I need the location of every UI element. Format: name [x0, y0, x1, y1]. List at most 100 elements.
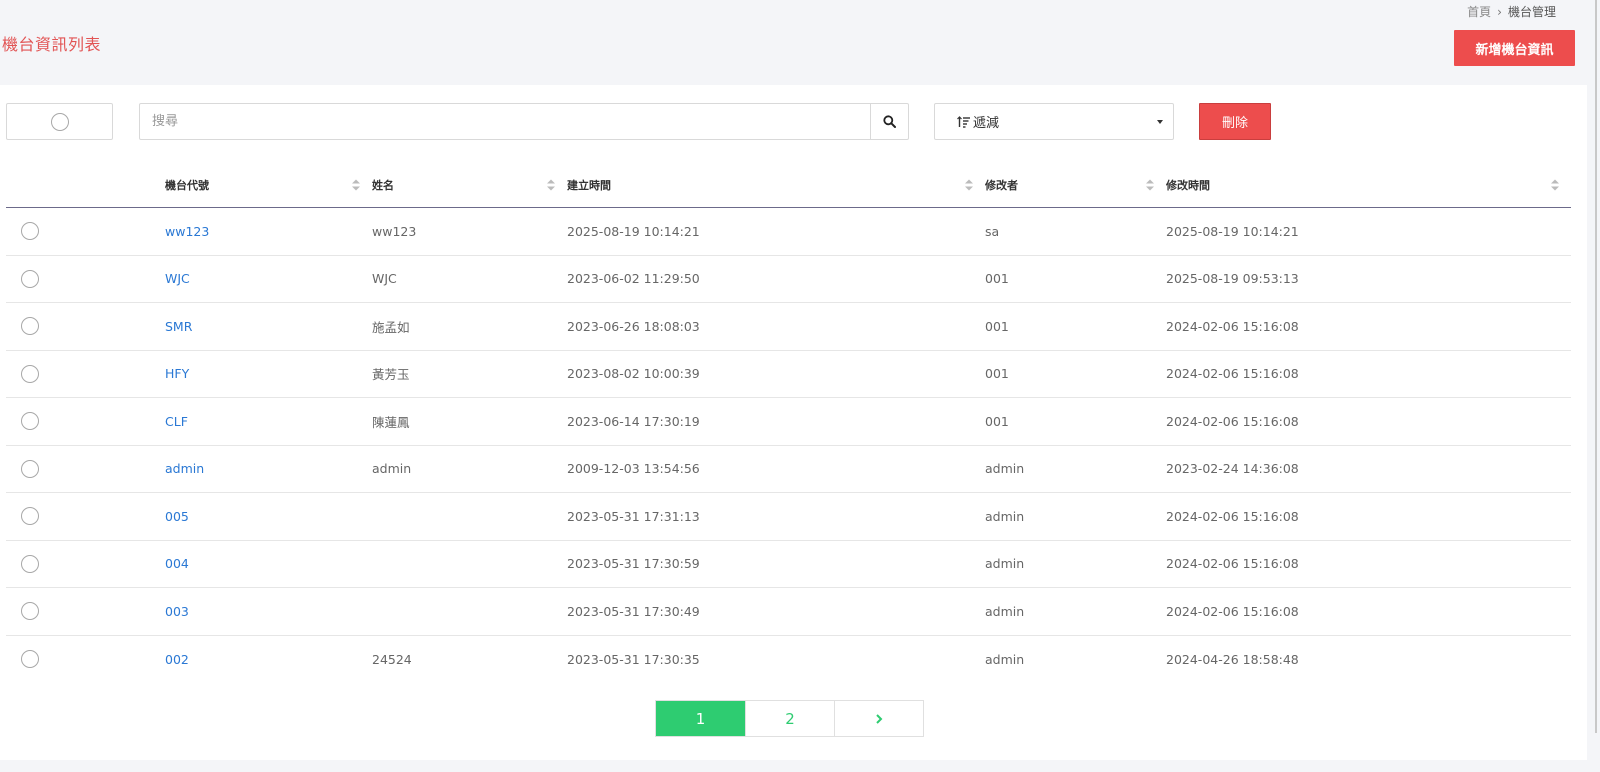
add-machine-button[interactable]: 新增機台資訊 [1454, 30, 1575, 66]
caret-down-icon [1157, 119, 1163, 124]
table-row: CLF 陳蓮鳳 2023-06-14 17:30:19 001 2024-02-… [6, 398, 1571, 446]
next-page-button[interactable] [834, 701, 923, 736]
name-cell: WJC [372, 271, 397, 287]
table-body: ww123 ww123 2025-08-19 10:14:21 sa 2025-… [6, 208, 1571, 683]
row-select-radio[interactable] [21, 650, 39, 669]
sort-arrows-icon[interactable] [1551, 179, 1559, 191]
table-row: ww123 ww123 2025-08-19 10:14:21 sa 2025-… [6, 208, 1571, 256]
machine-code-link[interactable]: admin [165, 461, 204, 476]
column-header-modified[interactable]: 修改時間 [1166, 163, 1571, 207]
table-row: SMR 施孟如 2023-06-26 18:08:03 001 2024-02-… [6, 303, 1571, 351]
modified-cell: 2024-04-26 18:58:48 [1166, 651, 1299, 667]
modified-cell: 2024-02-06 15:16:08 [1166, 366, 1299, 382]
column-header-name[interactable]: 姓名 [372, 163, 567, 207]
machine-code-link[interactable]: 005 [165, 509, 189, 524]
search-button[interactable] [870, 104, 908, 139]
sort-arrows-icon[interactable] [547, 179, 555, 191]
select-all-box[interactable] [6, 103, 113, 140]
machine-code-link[interactable]: 002 [165, 652, 189, 667]
page-button-2[interactable]: 2 [745, 701, 834, 736]
page-title: 機台資訊列表 [2, 35, 102, 54]
search-box [139, 103, 909, 140]
table-row: 003 2023-05-31 17:30:49 admin 2024-02-06… [6, 588, 1571, 636]
modifier-cell: admin [985, 603, 1025, 619]
table-row: 004 2023-05-31 17:30:59 admin 2024-02-06… [6, 541, 1571, 588]
page-button-1[interactable]: 1 [656, 701, 745, 736]
modified-cell: 2024-02-06 15:16:08 [1166, 318, 1299, 334]
row-select-radio[interactable] [21, 554, 39, 573]
row-select-radio[interactable] [21, 364, 39, 383]
modifier-cell: admin [985, 508, 1025, 524]
created-cell: 2025-08-19 10:14:21 [567, 223, 700, 239]
modifier-cell: sa [985, 223, 1000, 239]
row-select-radio[interactable] [21, 412, 39, 431]
modifier-cell: admin [985, 651, 1025, 667]
name-cell: 施孟如 [372, 319, 410, 335]
table-row: 002 24524 2023-05-31 17:30:35 admin 2024… [6, 636, 1571, 684]
created-cell: 2023-06-26 18:08:03 [567, 318, 700, 334]
created-cell: 2009-12-03 13:54:56 [567, 461, 700, 477]
column-header-code[interactable]: 機台代號 [165, 163, 372, 207]
sort-descending-icon [957, 115, 970, 128]
table-row: HFY 黃芳玉 2023-08-02 10:00:39 001 2024-02-… [6, 351, 1571, 398]
sort-order-select[interactable]: 遞減 [934, 103, 1174, 140]
machine-code-link[interactable]: SMR [165, 319, 192, 334]
name-cell: ww123 [372, 223, 417, 239]
row-select-radio[interactable] [21, 317, 39, 336]
machine-table: 機台代號 姓名 建立時間 修改者 修改時間 ww123 ww123 2025-0… [6, 163, 1571, 683]
modifier-cell: admin [985, 556, 1025, 572]
breadcrumb: 首頁 › 機台管理 [1467, 3, 1556, 20]
machine-code-link[interactable]: ww123 [165, 224, 209, 239]
row-select-radio[interactable] [21, 602, 39, 621]
modifier-cell: 001 [985, 413, 1009, 429]
breadcrumb-current: 機台管理 [1507, 5, 1556, 19]
sort-order-label: 遞減 [973, 116, 1000, 131]
breadcrumb-home[interactable]: 首頁 [1467, 3, 1491, 20]
name-cell: 陳蓮鳳 [372, 414, 410, 430]
modifier-cell: 001 [985, 271, 1009, 287]
machine-code-link[interactable]: 003 [165, 604, 189, 619]
machine-code-link[interactable]: CLF [165, 414, 188, 429]
machine-code-link[interactable]: HFY [165, 366, 189, 381]
row-select-radio[interactable] [21, 459, 39, 478]
scrollbar[interactable] [1595, 0, 1597, 733]
machine-code-link[interactable]: WJC [165, 271, 190, 286]
pagination: 1 2 [655, 700, 924, 737]
created-cell: 2023-05-31 17:31:13 [567, 508, 700, 524]
column-header-modifier[interactable]: 修改者 [985, 163, 1166, 207]
modified-cell: 2023-02-24 14:36:08 [1166, 461, 1299, 477]
name-cell: admin [372, 461, 412, 477]
modified-cell: 2024-02-06 15:16:08 [1166, 413, 1299, 429]
row-select-radio[interactable] [21, 507, 39, 526]
created-cell: 2023-05-31 17:30:35 [567, 651, 700, 667]
row-select-radio[interactable] [21, 269, 39, 288]
modified-cell: 2024-02-06 15:16:08 [1166, 556, 1299, 572]
sort-arrows-icon[interactable] [352, 179, 360, 191]
chevron-right-icon [876, 713, 883, 724]
sort-arrows-icon[interactable] [965, 179, 973, 191]
created-cell: 2023-05-31 17:30:59 [567, 556, 700, 572]
modified-cell: 2025-08-19 09:53:13 [1166, 271, 1299, 287]
modifier-cell: 001 [985, 318, 1009, 334]
name-cell: 24524 [372, 651, 412, 667]
search-input[interactable] [140, 104, 870, 139]
row-select-radio[interactable] [21, 222, 39, 241]
modified-cell: 2025-08-19 10:14:21 [1166, 223, 1299, 239]
sort-arrows-icon[interactable] [1146, 179, 1154, 191]
modifier-cell: 001 [985, 366, 1009, 382]
name-cell: 黃芳玉 [372, 367, 410, 383]
table-header: 機台代號 姓名 建立時間 修改者 修改時間 [6, 163, 1571, 208]
select-all-radio[interactable] [50, 112, 69, 131]
delete-button[interactable]: 刪除 [1199, 103, 1271, 140]
modified-cell: 2024-02-06 15:16:08 [1166, 603, 1299, 619]
modified-cell: 2024-02-06 15:16:08 [1166, 508, 1299, 524]
table-row: admin admin 2009-12-03 13:54:56 admin 20… [6, 446, 1571, 493]
table-row: WJC WJC 2023-06-02 11:29:50 001 2025-08-… [6, 256, 1571, 303]
table-row: 005 2023-05-31 17:31:13 admin 2024-02-06… [6, 493, 1571, 541]
header-select [6, 163, 165, 207]
column-header-created[interactable]: 建立時間 [567, 163, 985, 207]
created-cell: 2023-05-31 17:30:49 [567, 603, 700, 619]
search-icon [883, 115, 896, 128]
machine-code-link[interactable]: 004 [165, 556, 189, 571]
modifier-cell: admin [985, 461, 1025, 477]
